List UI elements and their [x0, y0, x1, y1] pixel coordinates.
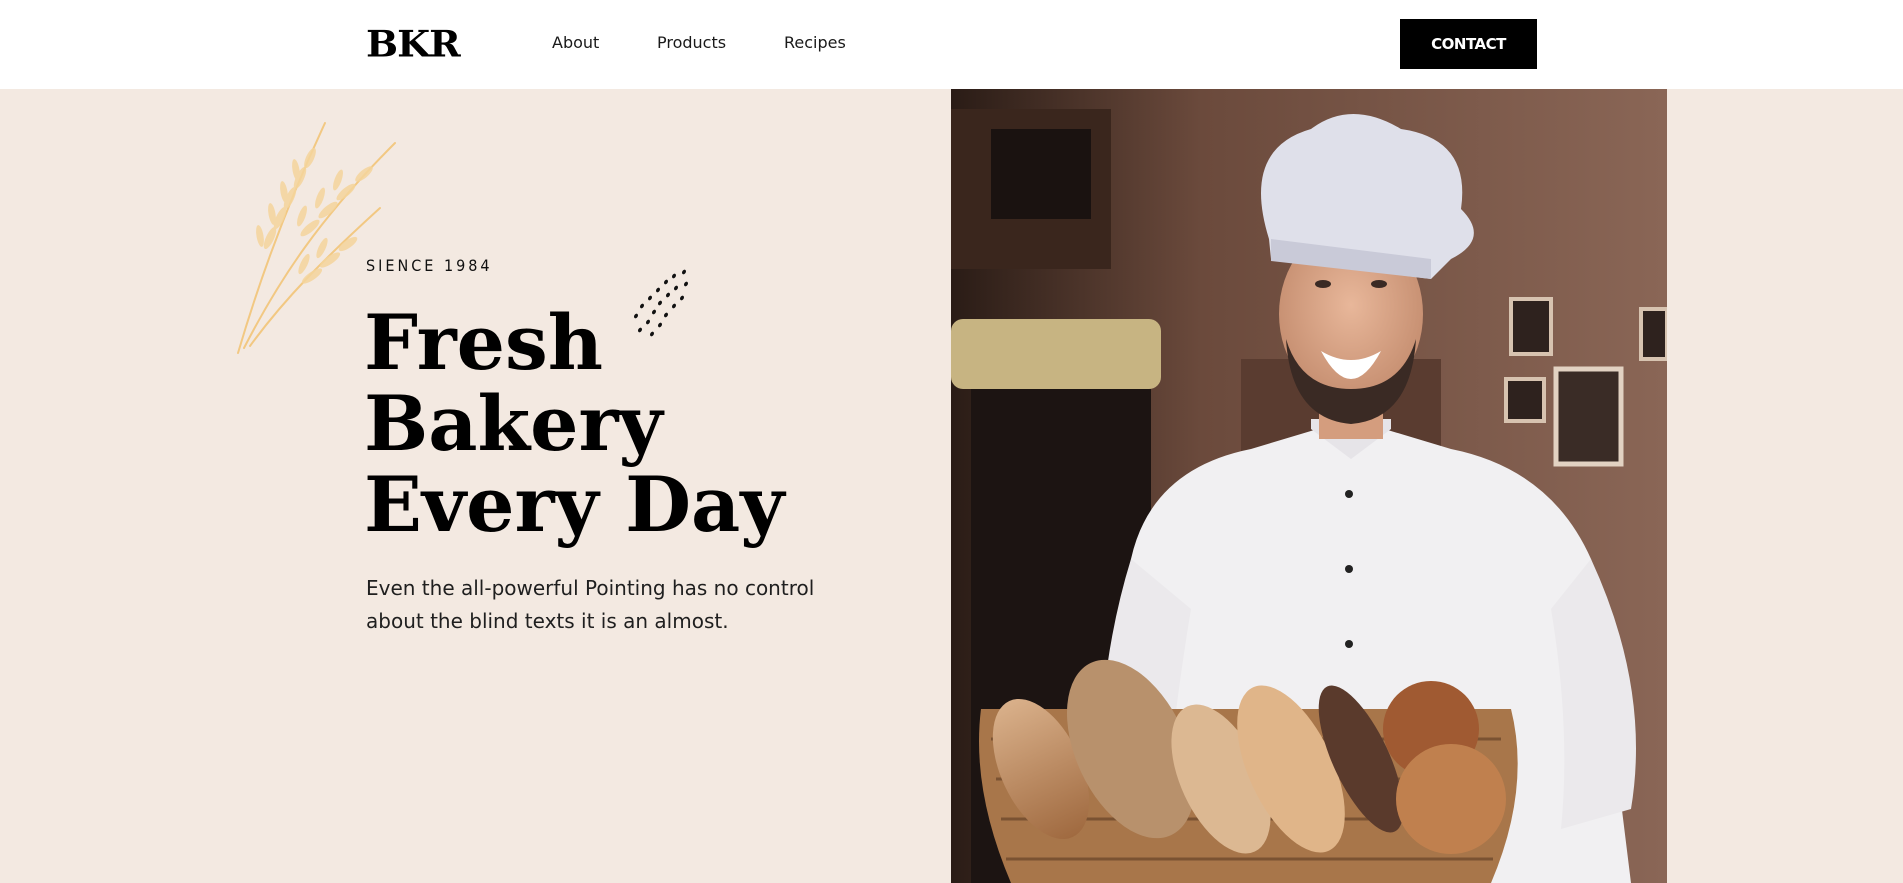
- nav-link-about[interactable]: About: [552, 33, 599, 53]
- contact-button[interactable]: CONTACT: [1400, 19, 1537, 69]
- hero-headline: Fresh Bakery Every Day: [364, 302, 924, 545]
- headline-line-2: Bakery: [364, 379, 663, 468]
- headline-line-1: Fresh: [364, 298, 604, 387]
- logo[interactable]: BKR: [366, 23, 461, 65]
- nav-link-recipes[interactable]: Recipes: [784, 33, 846, 53]
- since-label: SIENCE 1984: [366, 256, 493, 275]
- nav-link-products[interactable]: Products: [657, 33, 726, 53]
- site-header: BKR About Products Recipes CONTACT: [0, 0, 1903, 89]
- headline-line-3: Every Day: [364, 460, 785, 549]
- baker-photo: [951, 89, 1667, 883]
- hero-description: Even the all-powerful Pointing has no co…: [366, 576, 815, 633]
